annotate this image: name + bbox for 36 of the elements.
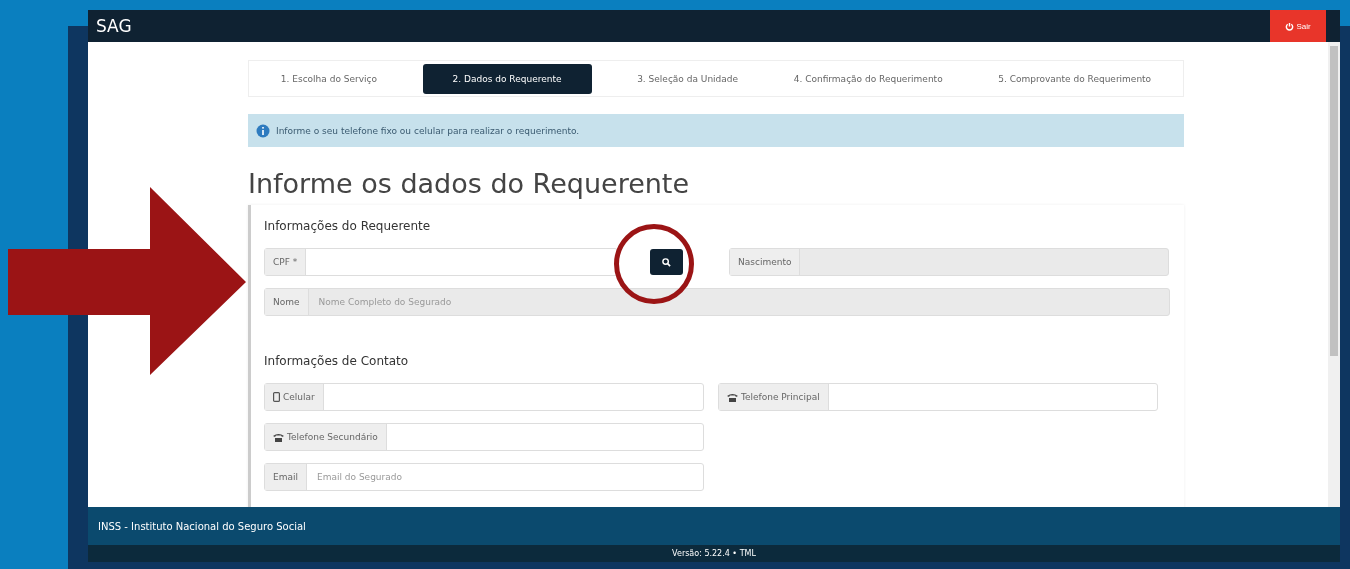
field-label: Nome [265,289,309,315]
page-title: Informe os dados do Requerente [248,167,691,201]
field-label: Email [265,464,307,490]
input-field[interactable]: Telefone Principal [718,383,1158,411]
input-field[interactable]: Email Email do Segurado [264,463,704,491]
input-field[interactable]: Celular [264,383,704,411]
scrollbar[interactable] [1328,42,1340,507]
logout-button[interactable]: Sair [1270,10,1326,42]
mobile-icon [273,392,280,402]
phone-icon [273,432,284,442]
arrow-icon [8,187,248,377]
input-field[interactable]: Telefone Secundário [264,423,704,451]
step-tab[interactable]: 2. Dados do Requerente [422,63,592,94]
app-title: SAG [96,16,132,36]
field-label: Celular [265,384,324,410]
alert-text: Informe o seu telefone fixo ou celular para realizar o requerimento. [276,125,580,136]
search-button[interactable] [650,249,683,275]
step-tab[interactable]: 1. Escolha do Serviço [270,63,387,94]
section-heading: Informações do Requerente [264,219,432,233]
power-icon [1285,21,1295,31]
footer-text: INSS - Instituto Nacional do Seguro Social [98,520,306,532]
version-text: Versão: 5.22.4 • TML [672,549,756,558]
search-icon [662,257,671,267]
phone-icon [727,392,738,402]
input-field[interactable]: CPF * [264,248,618,276]
placeholder-text: Email do Segurado [316,472,402,482]
field-label: Telefone Principal [719,384,829,410]
field-label: Nascimento [730,249,801,275]
step-tab[interactable]: 3. Seleção da Unidade [627,63,749,94]
section-heading: Informações de Contato [264,354,410,368]
step-tab[interactable]: 4. Confirmação do Requerimento [783,63,953,94]
field-label: CPF * [265,249,307,275]
field-label: Telefone Secundário [265,424,387,450]
step-tab[interactable]: 5. Comprovante do Requerimento [988,63,1162,94]
info-icon [256,123,270,138]
placeholder-text: Nome Completo do Segurado [317,297,452,307]
